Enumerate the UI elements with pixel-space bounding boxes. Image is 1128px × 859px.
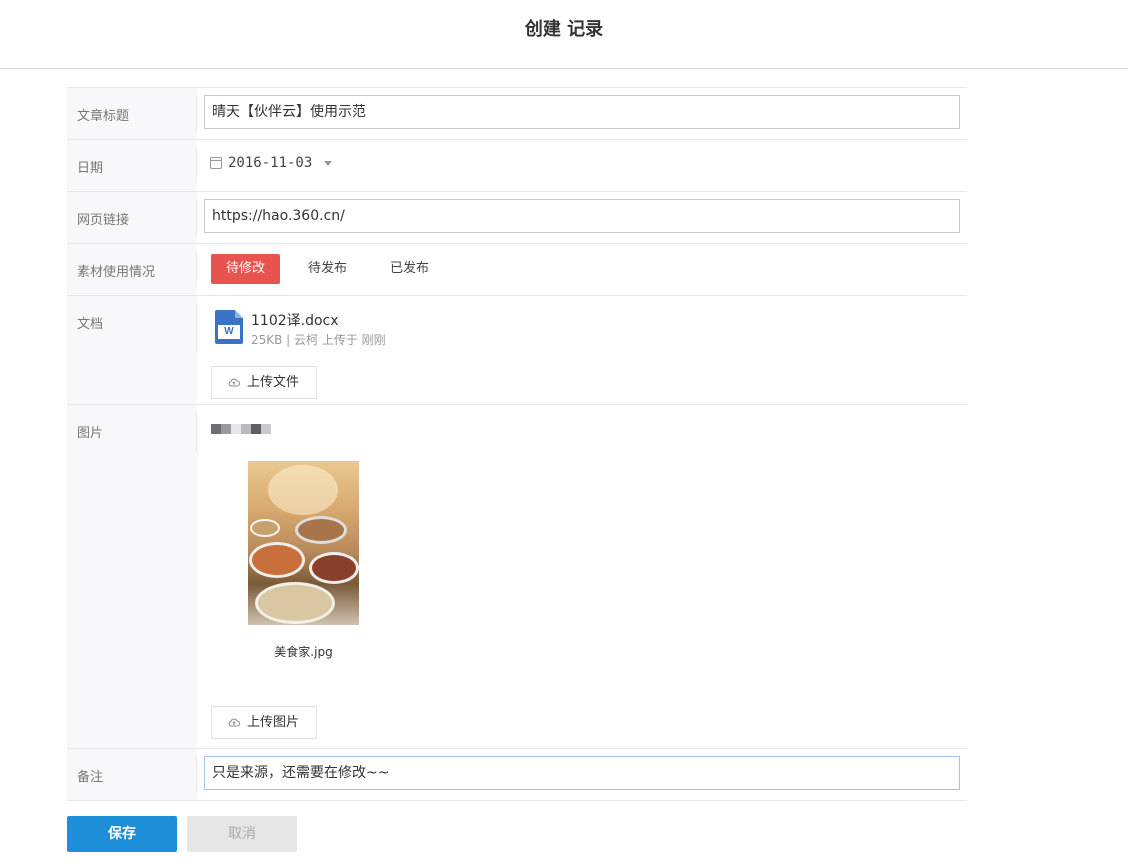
row-title: 文章标题 晴天【伙伴云】使用示范 [67, 88, 967, 140]
cancel-button[interactable]: 取消 [187, 816, 297, 852]
label-date: 日期 [67, 140, 197, 191]
row-document: 文档 W 1102译.docx 25KB | 云柯 上传于 刚刚 上传文件 [67, 296, 967, 405]
date-picker[interactable]: 2016-11-03 [210, 155, 333, 171]
row-status: 素材使用情况 待修改 待发布 已发布 [67, 244, 967, 296]
status-option-pending-edit[interactable]: 待修改 [211, 254, 281, 284]
upload-file-label: 上传文件 [247, 375, 300, 390]
label-image: 图片 [67, 405, 197, 748]
status-option-published[interactable]: 已发布 [375, 254, 444, 284]
label-title: 文章标题 [67, 88, 197, 139]
calendar-icon [210, 157, 222, 169]
label-status: 素材使用情况 [67, 244, 197, 295]
image-name: 美食家.jpg [274, 645, 333, 659]
word-file-icon: W [215, 310, 243, 344]
title-input[interactable]: 晴天【伙伴云】使用示范 [204, 95, 960, 129]
row-date: 日期 2016-11-03 [67, 140, 967, 192]
top-bar: 创建 记录 [0, 0, 1128, 69]
upload-image-label: 上传图片 [247, 715, 300, 730]
status-selector: 待修改 待发布 已发布 [211, 254, 457, 284]
date-value: 2016-11-03 [228, 155, 313, 171]
label-note: 备注 [67, 749, 197, 800]
label-link: 网页链接 [67, 192, 197, 243]
document-meta: 25KB | 云柯 上传于 刚刚 [251, 333, 386, 347]
row-image: 图片 美食家.jpg 上传图片 [67, 405, 967, 749]
blurred-text [211, 424, 271, 434]
note-input[interactable]: 只是来源，还需要在修改~~ [204, 756, 960, 790]
row-note: 备注 只是来源，还需要在修改~~ [67, 749, 967, 801]
record-form: 文章标题 晴天【伙伴云】使用示范 日期 2016-11-03 网页链接 http… [67, 87, 967, 801]
upload-cloud-icon [228, 378, 240, 387]
label-document: 文档 [67, 296, 197, 404]
chevron-down-icon [324, 160, 333, 166]
upload-image-button[interactable]: 上传图片 [211, 706, 317, 739]
save-button[interactable]: 保存 [67, 816, 177, 852]
page-title: 创建 记录 [524, 19, 604, 40]
link-input[interactable]: https://hao.360.cn/ [204, 199, 960, 233]
document-name[interactable]: 1102译.docx [251, 310, 339, 330]
upload-file-button[interactable]: 上传文件 [211, 366, 317, 399]
status-option-pending-publish[interactable]: 待发布 [293, 254, 362, 284]
image-thumbnail[interactable] [248, 461, 359, 625]
row-link: 网页链接 https://hao.360.cn/ [67, 192, 967, 244]
upload-cloud-icon [228, 718, 240, 727]
